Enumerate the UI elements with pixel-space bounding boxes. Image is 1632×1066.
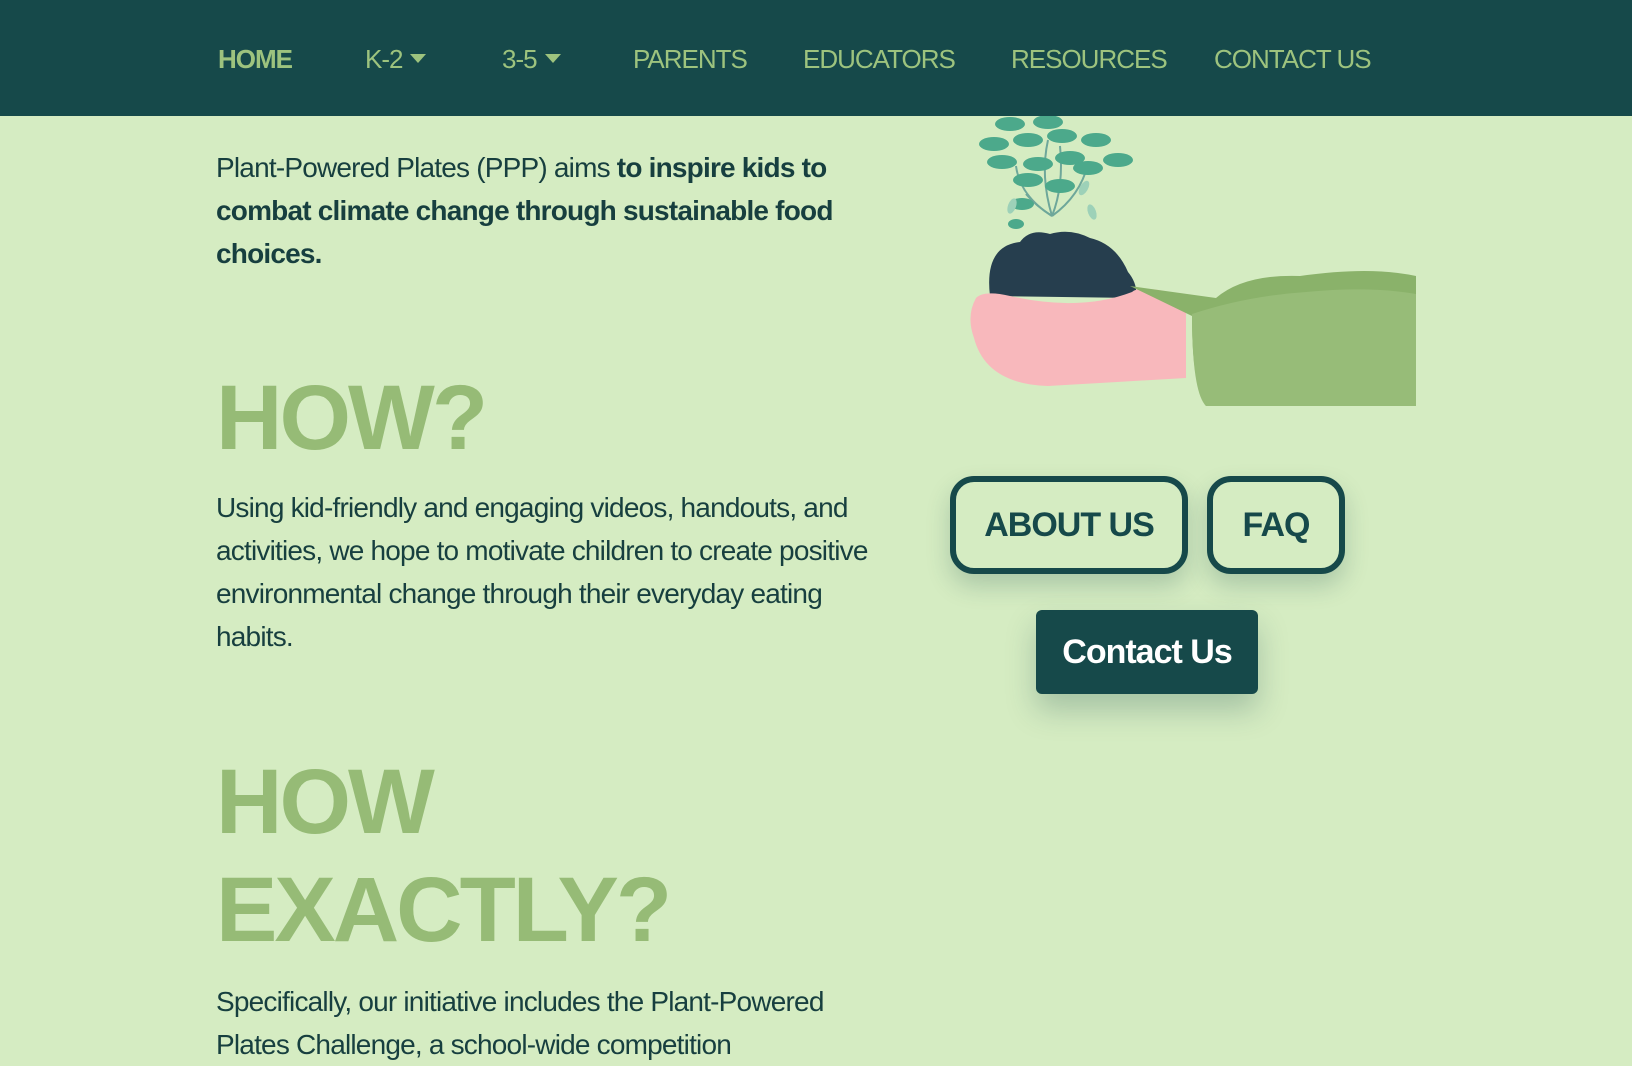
mission-statement: Plant-Powered Plates (PPP) aims to inspi… bbox=[216, 146, 856, 275]
nav-contact-link[interactable]: CONTACT US bbox=[1214, 44, 1372, 75]
nav-k2-label: K-2 bbox=[365, 44, 403, 74]
contact-us-label: Contact Us bbox=[1062, 632, 1232, 671]
faq-button[interactable]: FAQ bbox=[1207, 476, 1345, 574]
mission-lead: Plant-Powered Plates (PPP) aims bbox=[216, 152, 617, 183]
how-exactly-line2: EXACTLY? bbox=[216, 859, 672, 961]
how-paragraph: Using kid-friendly and engaging videos, … bbox=[216, 492, 868, 652]
how-exactly-paragraph: Specifically, our initiative includes th… bbox=[216, 986, 824, 1060]
hands-holding-plant-illustration bbox=[970, 116, 1416, 406]
contact-us-button[interactable]: Contact Us bbox=[1036, 610, 1258, 694]
about-us-button[interactable]: ABOUT US bbox=[950, 476, 1188, 574]
how-heading: HOW? bbox=[216, 367, 488, 469]
about-us-label: ABOUT US bbox=[984, 505, 1155, 544]
how-exactly-line1: HOW bbox=[216, 751, 435, 853]
nav-3-5-label: 3-5 bbox=[502, 44, 538, 74]
nav-parents-link[interactable]: PARENTS bbox=[633, 44, 748, 75]
nav-home-link[interactable]: HOME bbox=[218, 44, 293, 75]
nav-3-5-dropdown[interactable]: 3-5 bbox=[502, 44, 561, 75]
faq-label: FAQ bbox=[1242, 505, 1311, 544]
how-exactly-heading: HOW EXACTLY? bbox=[216, 748, 672, 964]
top-navbar: HOME K-2 3-5 PARENTS EDUCATORS RESOURCES… bbox=[0, 0, 1632, 116]
nav-educators-link[interactable]: EDUCATORS bbox=[803, 44, 956, 75]
chevron-down-icon bbox=[410, 54, 427, 63]
chevron-down-icon bbox=[544, 54, 561, 63]
nav-k2-dropdown[interactable]: K-2 bbox=[365, 44, 427, 75]
nav-resources-link[interactable]: RESOURCES bbox=[1011, 44, 1168, 75]
